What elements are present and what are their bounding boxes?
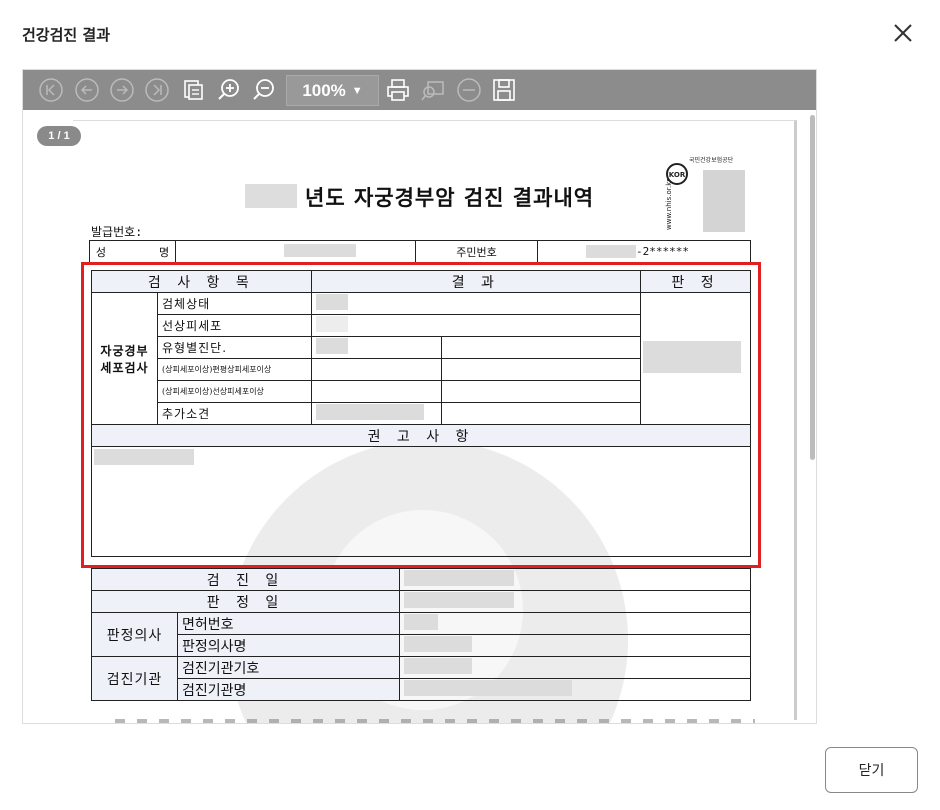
- personal-info-table: 성 명 주민번호 -2******: [89, 240, 751, 263]
- institution-label: 검진기관: [91, 656, 178, 701]
- export-icon[interactable]: [180, 77, 206, 103]
- cut-off-text: [115, 719, 755, 723]
- logo-url-text: www.nhis.or.kr: [665, 179, 673, 230]
- result-redacted: [315, 338, 348, 354]
- year-redacted: [245, 184, 297, 208]
- zoom-value: 100%: [302, 80, 346, 100]
- close-button[interactable]: 닫기: [825, 747, 918, 793]
- resident-no-redacted: [586, 245, 636, 259]
- name-label: 성 명: [89, 240, 176, 263]
- row-type-diagnosis: 유형별진단.: [157, 336, 312, 359]
- exam-group-line2: 세포검사: [100, 360, 149, 375]
- exam-date-redacted: [404, 570, 515, 586]
- header-judgment: 판 정: [640, 270, 751, 293]
- close-icon[interactable]: [892, 22, 914, 44]
- zoom-in-icon[interactable]: [216, 77, 242, 103]
- judgment-date-redacted: [404, 592, 515, 608]
- institution-code-label: 검진기관기호: [176, 656, 401, 679]
- document-title: 년도 자궁경부암 검진 결과내역: [305, 186, 595, 210]
- institution-name-redacted: [404, 680, 573, 696]
- recommendation-redacted: [94, 449, 194, 465]
- institution-code-redacted: [404, 658, 473, 674]
- last-page-icon[interactable]: [144, 77, 170, 103]
- doctor-name-redacted: [404, 636, 473, 652]
- scrollbar-thumb[interactable]: [810, 115, 815, 460]
- print-preview-icon[interactable]: [420, 77, 446, 103]
- result-redacted: [315, 404, 424, 420]
- doctor-label: 판정의사: [91, 612, 178, 657]
- judgment-redacted: [642, 341, 741, 373]
- document-area[interactable]: 1 / 1 년도 자궁경부암 검진 결과내역 KOR 국민건강보험공단 www.…: [23, 110, 816, 723]
- resident-no-value: -2******: [636, 244, 689, 258]
- header-result: 결 과: [310, 270, 642, 293]
- result-redacted: [315, 294, 348, 310]
- print-icon[interactable]: [385, 77, 411, 103]
- pdf-viewer: 100% ▼ 1 / 1 년도 자궁경부암 검진 결과내역 KOR 국민건강보험공…: [22, 69, 817, 724]
- logo-org-text: 국민건강보험공단: [689, 156, 734, 164]
- exam-group-label: 자궁경부 세포검사: [91, 292, 158, 425]
- first-page-icon[interactable]: [38, 77, 64, 103]
- row-additional: 추가소견: [157, 402, 312, 425]
- prev-page-icon[interactable]: [74, 77, 100, 103]
- save-icon[interactable]: [491, 77, 517, 103]
- viewer-toolbar: 100% ▼: [23, 70, 816, 110]
- exam-date-label: 검 진 일: [90, 568, 401, 591]
- row-specimen: 검체상태: [157, 292, 312, 315]
- exam-group-line1: 자궁경부: [100, 343, 149, 358]
- dialog-title: 건강검진 결과: [22, 26, 111, 44]
- license-no-label: 면허번호: [176, 612, 401, 635]
- logo-mark-text: KOR: [669, 171, 686, 179]
- row-glandular: 선상피세포: [157, 314, 312, 337]
- institution-name-label: 검진기관명: [176, 678, 401, 701]
- next-page-icon[interactable]: [109, 77, 135, 103]
- issue-number-label: 발급번호:: [91, 225, 143, 239]
- page-indicator: 1 / 1: [37, 126, 81, 146]
- exam-info-table: 검 진 일 판 정 일 판정의사 면허번호 판정의사명 검진기관 검진기관기호: [90, 568, 751, 701]
- zoom-out-icon[interactable]: [251, 77, 277, 103]
- name-redacted: [284, 243, 356, 257]
- chevron-down-icon: ▼: [351, 84, 363, 97]
- result-redacted: [315, 316, 348, 332]
- license-no-redacted: [404, 614, 439, 630]
- header-exam-item: 검 사 항 목: [91, 270, 312, 293]
- qr-redacted: [703, 170, 745, 232]
- minus-icon[interactable]: [456, 77, 482, 103]
- row-squamous: (상피세포이상)편평상피세포이상: [157, 358, 312, 381]
- zoom-select[interactable]: 100% ▼: [286, 75, 379, 106]
- exam-result-table: 검 사 항 목 결 과 판 정 자궁경부 세포검사 검체상태 선상피세포 유형별…: [91, 270, 751, 557]
- recommendation-header: 권 고 사 항: [91, 424, 751, 447]
- row-glandular-abnormal: (상피세포이상)선상피세포이상: [157, 380, 312, 403]
- resident-no-label: 주민번호: [415, 240, 538, 263]
- judgment-date-label: 판 정 일: [90, 590, 401, 613]
- doctor-name-label: 판정의사명: [176, 634, 401, 657]
